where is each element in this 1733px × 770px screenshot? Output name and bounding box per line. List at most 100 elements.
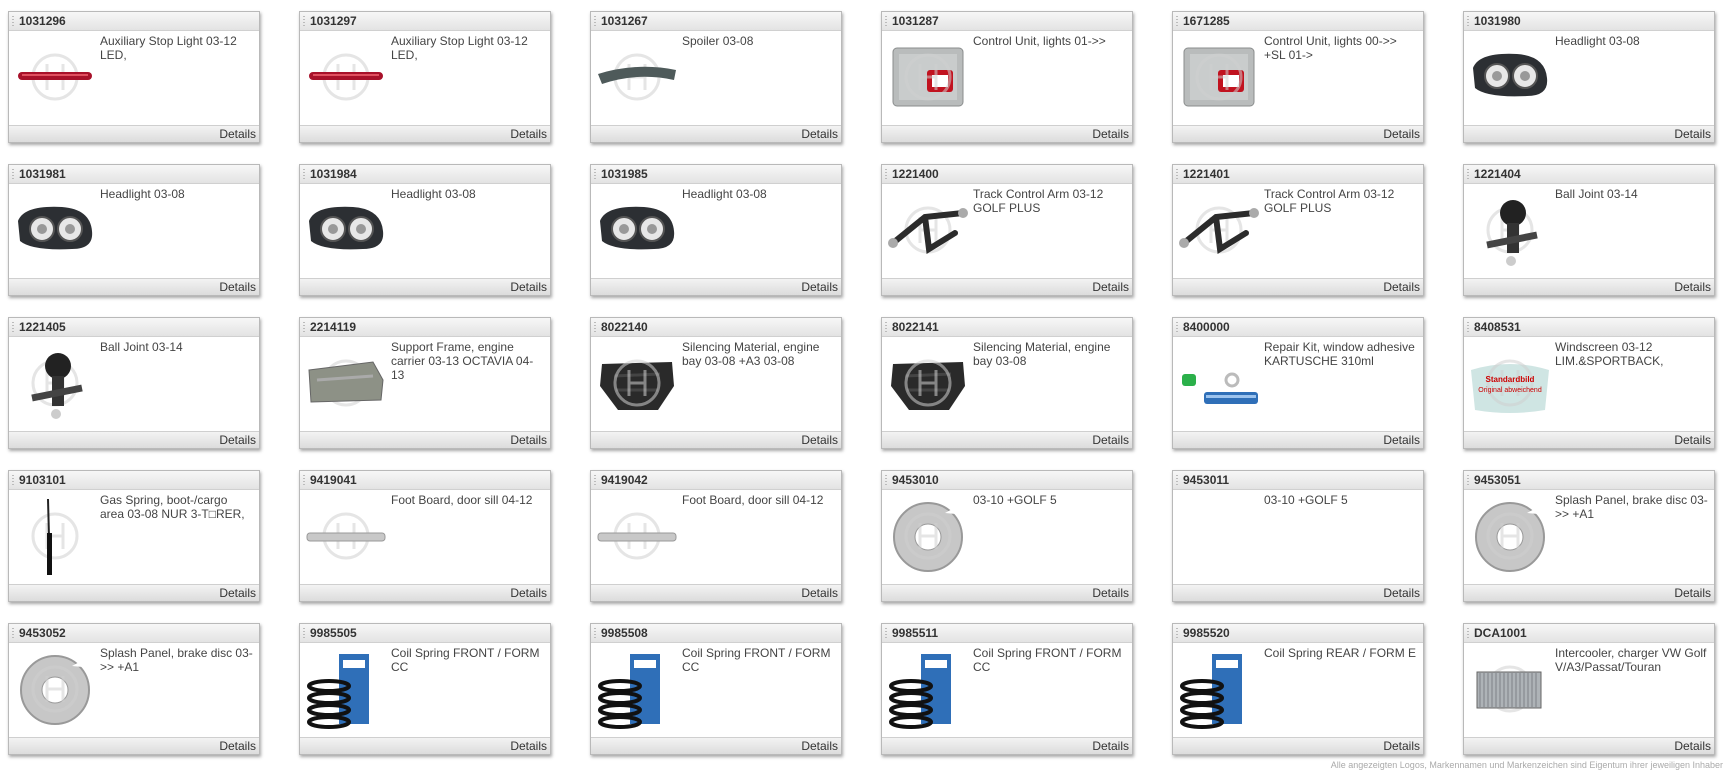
details-button[interactable]: Details bbox=[1383, 586, 1420, 600]
product-card[interactable]: 9453052 Splash Panel, brake disc 03->> +A… bbox=[8, 623, 260, 755]
details-button[interactable]: Details bbox=[1092, 586, 1129, 600]
product-card[interactable]: 9419042 Foot Board, door sill 04-12 Detail… bbox=[590, 470, 842, 602]
product-description[interactable]: 03-10 +GOLF 5 bbox=[973, 493, 1126, 507]
product-description[interactable]: Headlight 03-08 bbox=[1555, 34, 1708, 48]
details-button[interactable]: Details bbox=[1092, 127, 1129, 141]
product-description[interactable]: Repair Kit, window adhesive KARTUSCHE 31… bbox=[1264, 340, 1417, 368]
details-button[interactable]: Details bbox=[1674, 739, 1711, 753]
details-button[interactable]: Details bbox=[1674, 280, 1711, 294]
product-description[interactable]: Control Unit, lights 00->> +SL 01-> bbox=[1264, 34, 1417, 62]
product-card[interactable]: 9419041 Foot Board, door sill 04-12 Detail… bbox=[299, 470, 551, 602]
product-card[interactable]: 1031980 Headlight 03-08 Details bbox=[1463, 11, 1715, 143]
stop-light-icon[interactable] bbox=[12, 34, 98, 120]
details-button[interactable]: Details bbox=[1092, 433, 1129, 447]
product-description[interactable]: Track Control Arm 03-12 GOLF PLUS bbox=[1264, 187, 1417, 215]
product-card[interactable]: 1671285 Control Unit, lights 00->> +SL 01… bbox=[1172, 11, 1424, 143]
product-description[interactable]: Support Frame, engine carrier 03-13 OCTA… bbox=[391, 340, 544, 382]
product-description[interactable]: Headlight 03-08 bbox=[682, 187, 835, 201]
product-card[interactable]: 1031985 Headlight 03-08 Details bbox=[590, 164, 842, 296]
coil-spring-icon[interactable] bbox=[1176, 646, 1262, 732]
product-card[interactable]: 1031267 Spoiler 03-08 Details bbox=[590, 11, 842, 143]
details-button[interactable]: Details bbox=[219, 127, 256, 141]
product-description[interactable]: Headlight 03-08 bbox=[391, 187, 544, 201]
product-description[interactable]: Splash Panel, brake disc 03->> +A1 bbox=[1555, 493, 1708, 521]
coil-spring-icon[interactable] bbox=[594, 646, 680, 732]
product-card[interactable]: 1221405 Ball Joint 03-14 Details bbox=[8, 317, 260, 449]
stop-light-icon[interactable] bbox=[303, 34, 389, 120]
product-card[interactable]: 9453051 Splash Panel, brake disc 03->> +A… bbox=[1463, 470, 1715, 602]
product-description[interactable]: Foot Board, door sill 04-12 bbox=[391, 493, 544, 507]
details-button[interactable]: Details bbox=[801, 280, 838, 294]
product-card[interactable]: 1221401 Track Control Arm 03-12 GOLF PLUS… bbox=[1172, 164, 1424, 296]
splash-panel-icon[interactable] bbox=[12, 646, 98, 732]
details-button[interactable]: Details bbox=[1674, 433, 1711, 447]
product-card[interactable]: 8022140 Silencing Material, engine bay 03… bbox=[590, 317, 842, 449]
product-card[interactable]: 8400000 Repair Kit, window adhesive KARTU… bbox=[1172, 317, 1424, 449]
none[interactable] bbox=[1176, 493, 1262, 579]
details-button[interactable]: Details bbox=[510, 739, 547, 753]
product-card[interactable]: 9103101 Gas Spring, boot-/cargo area 03-0… bbox=[8, 470, 260, 602]
product-card[interactable]: 9453010 03-10 +GOLF 5 Details bbox=[881, 470, 1133, 602]
product-card[interactable]: 8022141 Silencing Material, engine bay 03… bbox=[881, 317, 1133, 449]
headlight-icon[interactable] bbox=[1467, 34, 1553, 120]
product-card[interactable]: 1031296 Auxiliary Stop Light 03-12 LED, De… bbox=[8, 11, 260, 143]
control-unit-icon[interactable] bbox=[885, 34, 971, 120]
details-button[interactable]: Details bbox=[1383, 433, 1420, 447]
engine-cover-icon[interactable] bbox=[885, 340, 971, 426]
splash-panel-icon[interactable] bbox=[885, 493, 971, 579]
control-arm-icon[interactable] bbox=[885, 187, 971, 273]
product-card[interactable]: 9985508 Coil Spring FRONT / FORM CC Detail… bbox=[590, 623, 842, 755]
product-description[interactable]: Gas Spring, boot-/cargo area 03-08 NUR 3… bbox=[100, 493, 253, 521]
engine-cover-icon[interactable] bbox=[594, 340, 680, 426]
details-button[interactable]: Details bbox=[801, 433, 838, 447]
product-description[interactable]: Auxiliary Stop Light 03-12 LED, bbox=[100, 34, 253, 62]
product-card[interactable]: 2214119 Support Frame, engine carrier 03-… bbox=[299, 317, 551, 449]
details-button[interactable]: Details bbox=[219, 739, 256, 753]
product-card[interactable]: 1221400 Track Control Arm 03-12 GOLF PLUS… bbox=[881, 164, 1133, 296]
product-description[interactable]: Coil Spring REAR / FORM E bbox=[1264, 646, 1417, 660]
product-card[interactable]: 1031984 Headlight 03-08 Details bbox=[299, 164, 551, 296]
product-description[interactable]: Splash Panel, brake disc 03->> +A1 bbox=[100, 646, 253, 674]
details-button[interactable]: Details bbox=[1383, 280, 1420, 294]
product-description[interactable]: Auxiliary Stop Light 03-12 LED, bbox=[391, 34, 544, 62]
details-button[interactable]: Details bbox=[219, 586, 256, 600]
door-sill-icon[interactable] bbox=[303, 493, 389, 579]
details-button[interactable]: Details bbox=[219, 280, 256, 294]
details-button[interactable]: Details bbox=[510, 433, 547, 447]
spoiler-icon[interactable] bbox=[594, 34, 680, 120]
product-card[interactable]: 1031287 Control Unit, lights 01->> Details bbox=[881, 11, 1133, 143]
coil-spring-icon[interactable] bbox=[303, 646, 389, 732]
product-description[interactable]: Foot Board, door sill 04-12 bbox=[682, 493, 835, 507]
intercooler-icon[interactable] bbox=[1467, 646, 1553, 732]
headlight-icon[interactable] bbox=[12, 187, 98, 273]
coil-spring-icon[interactable] bbox=[885, 646, 971, 732]
product-card[interactable]: 1031297 Auxiliary Stop Light 03-12 LED, De… bbox=[299, 11, 551, 143]
product-card[interactable]: 9985520 Coil Spring REAR / FORM E Details bbox=[1172, 623, 1424, 755]
product-description[interactable]: Control Unit, lights 01->> bbox=[973, 34, 1126, 48]
details-button[interactable]: Details bbox=[1674, 127, 1711, 141]
product-card[interactable]: 9453011 03-10 +GOLF 5 Details bbox=[1172, 470, 1424, 602]
product-description[interactable]: Intercooler, charger VW Golf V/A3/Passat… bbox=[1555, 646, 1708, 674]
gas-spring-icon[interactable] bbox=[12, 493, 98, 579]
details-button[interactable]: Details bbox=[510, 586, 547, 600]
product-description[interactable]: Spoiler 03-08 bbox=[682, 34, 835, 48]
windscreen-placeholder-icon[interactable]: Standardbild Original abweichend bbox=[1467, 340, 1553, 426]
product-card[interactable]: 9985505 Coil Spring FRONT / FORM CC Detail… bbox=[299, 623, 551, 755]
ball-joint-icon[interactable] bbox=[1467, 187, 1553, 273]
details-button[interactable]: Details bbox=[801, 586, 838, 600]
product-description[interactable]: Windscreen 03-12 LIM.&SPORTBACK, bbox=[1555, 340, 1708, 368]
control-unit-icon[interactable] bbox=[1176, 34, 1262, 120]
details-button[interactable]: Details bbox=[801, 127, 838, 141]
details-button[interactable]: Details bbox=[1092, 280, 1129, 294]
product-description[interactable]: Coil Spring FRONT / FORM CC bbox=[391, 646, 544, 674]
product-card[interactable]: 1031981 Headlight 03-08 Details bbox=[8, 164, 260, 296]
details-button[interactable]: Details bbox=[1383, 127, 1420, 141]
product-description[interactable]: 03-10 +GOLF 5 bbox=[1264, 493, 1417, 507]
product-card[interactable]: 9985511 Coil Spring FRONT / FORM CC Detail… bbox=[881, 623, 1133, 755]
product-card[interactable]: DCA1001 Intercooler, charger VW Golf V/A3… bbox=[1463, 623, 1715, 755]
details-button[interactable]: Details bbox=[1092, 739, 1129, 753]
details-button[interactable]: Details bbox=[801, 739, 838, 753]
product-description[interactable]: Coil Spring FRONT / FORM CC bbox=[973, 646, 1126, 674]
product-description[interactable]: Ball Joint 03-14 bbox=[1555, 187, 1708, 201]
product-description[interactable]: Coil Spring FRONT / FORM CC bbox=[682, 646, 835, 674]
